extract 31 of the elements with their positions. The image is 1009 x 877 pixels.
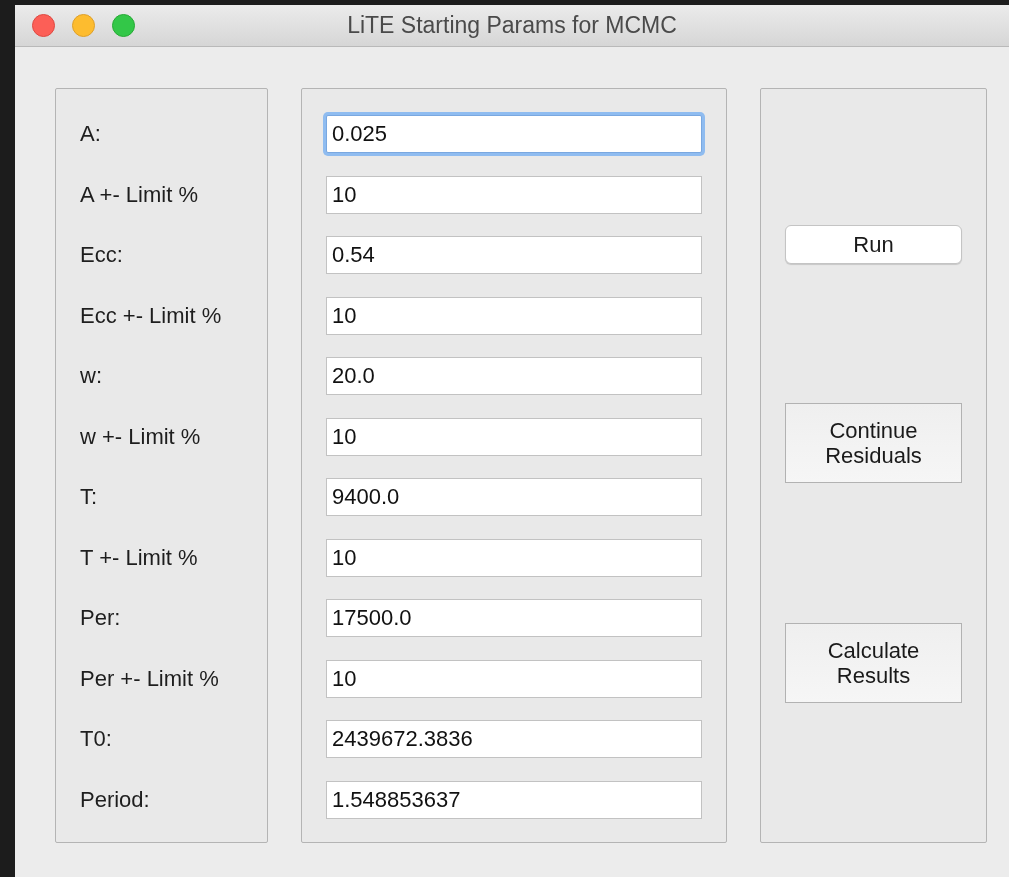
minimize-button[interactable] xyxy=(72,14,95,37)
input-field[interactable]: 1.548853637 xyxy=(326,780,702,819)
input-field[interactable]: 10 xyxy=(326,538,702,577)
field-label: w: xyxy=(80,363,102,389)
field-label: T +- Limit % xyxy=(80,544,198,571)
field-label: Per +- Limit % xyxy=(80,665,219,692)
input-field[interactable]: 20.0 xyxy=(326,357,702,395)
input-field[interactable]: 9400.0 xyxy=(326,478,702,516)
input-field[interactable]: 17500.0 xyxy=(326,599,702,637)
field-label: Period: xyxy=(80,786,150,813)
field-label: T: xyxy=(80,484,98,510)
zoom-button[interactable] xyxy=(112,14,135,37)
input-field[interactable]: 10 xyxy=(326,659,702,698)
field-label: Ecc: xyxy=(80,242,123,268)
close-button[interactable] xyxy=(32,14,55,37)
default-button[interactable]: Run xyxy=(785,225,962,264)
push-button[interactable]: Calculate Results xyxy=(785,623,962,703)
input-field[interactable]: 10 xyxy=(326,296,702,335)
push-button[interactable]: Continue Residuals xyxy=(785,403,962,483)
field-label: A +- Limit % xyxy=(80,181,198,208)
field-label: w +- Limit % xyxy=(80,423,201,450)
field-label: A: xyxy=(80,121,101,147)
field-label: Per: xyxy=(80,605,121,631)
input-field[interactable]: 0.025 xyxy=(326,115,702,153)
input-field[interactable]: 0.54 xyxy=(326,236,702,274)
input-field[interactable]: 10 xyxy=(326,175,702,214)
field-label: Ecc +- Limit % xyxy=(80,302,222,329)
input-field[interactable]: 10 xyxy=(326,417,702,456)
field-label: T0: xyxy=(80,726,112,752)
window-title: LiTE Starting Params for MCMC xyxy=(347,12,677,39)
input-field[interactable]: 2439672.3836 xyxy=(326,720,702,758)
